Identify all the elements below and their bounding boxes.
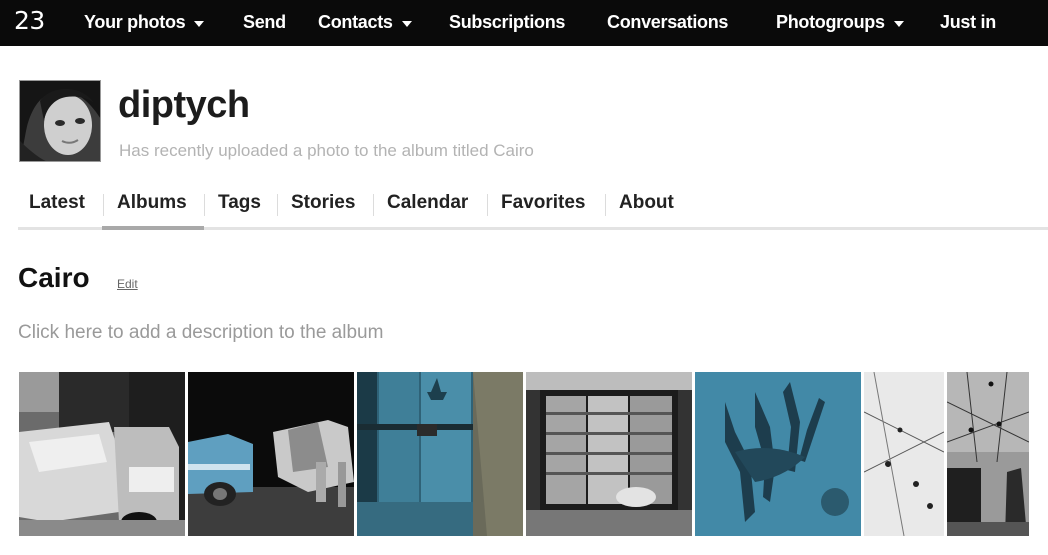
nav-just-in-label: Just in bbox=[940, 12, 996, 32]
album-photo-thumbnail[interactable] bbox=[19, 372, 185, 536]
nav-photogroups[interactable]: Photogroups bbox=[776, 12, 904, 33]
tab-divider bbox=[204, 194, 205, 216]
tab-stories[interactable]: Stories bbox=[291, 192, 355, 214]
profile-status-text: Has recently uploaded a photo to the alb… bbox=[119, 141, 534, 160]
nav-your-photos-label: Your photos bbox=[84, 12, 186, 32]
album-description-prompt[interactable]: Click here to add a description to the a… bbox=[18, 322, 383, 344]
nav-subscriptions[interactable]: Subscriptions bbox=[449, 12, 565, 33]
edit-album-link[interactable]: Edit bbox=[117, 277, 138, 291]
nav-conversations-label: Conversations bbox=[607, 12, 729, 32]
album-photo-thumbnail[interactable] bbox=[864, 372, 944, 536]
nav-send[interactable]: Send bbox=[243, 12, 286, 33]
nav-subscriptions-label: Subscriptions bbox=[449, 12, 566, 32]
nav-contacts[interactable]: Contacts bbox=[318, 12, 412, 33]
nav-just-in[interactable]: Just in bbox=[940, 12, 996, 33]
nav-your-photos[interactable]: Your photos bbox=[84, 12, 205, 33]
profile-username[interactable]: diptych bbox=[118, 84, 250, 127]
nav-send-label: Send bbox=[243, 12, 286, 32]
nav-photogroups-label: Photogroups bbox=[776, 12, 885, 32]
tab-albums[interactable]: Albums bbox=[117, 192, 187, 214]
album-photo-thumbnail[interactable] bbox=[947, 372, 1029, 536]
album-photo-thumbnail[interactable] bbox=[357, 372, 523, 536]
album-photo-thumbnail[interactable] bbox=[526, 372, 692, 536]
album-photo-thumbnail[interactable] bbox=[188, 372, 354, 536]
chevron-down-icon bbox=[893, 20, 904, 27]
chevron-down-icon bbox=[401, 20, 412, 27]
tab-tags[interactable]: Tags bbox=[218, 192, 261, 214]
tab-about[interactable]: About bbox=[619, 192, 674, 214]
tab-divider bbox=[277, 194, 278, 216]
tab-divider bbox=[373, 194, 374, 216]
active-tab-indicator bbox=[102, 226, 204, 230]
tab-divider bbox=[605, 194, 606, 216]
album-photo-thumbnail[interactable] bbox=[695, 372, 861, 536]
avatar[interactable] bbox=[19, 80, 101, 162]
tab-favorites[interactable]: Favorites bbox=[501, 192, 585, 214]
tab-divider bbox=[487, 194, 488, 216]
site-logo[interactable]: 23 bbox=[14, 6, 45, 35]
tab-latest[interactable]: Latest bbox=[29, 192, 85, 214]
nav-conversations[interactable]: Conversations bbox=[607, 12, 728, 33]
top-navigation-bar: 23 Your photos Send Contacts Subscriptio… bbox=[0, 0, 1048, 46]
chevron-down-icon bbox=[194, 20, 205, 27]
album-title: Cairo bbox=[18, 262, 90, 293]
tab-calendar[interactable]: Calendar bbox=[387, 192, 468, 214]
tab-divider bbox=[103, 194, 104, 216]
nav-contacts-label: Contacts bbox=[318, 12, 393, 32]
